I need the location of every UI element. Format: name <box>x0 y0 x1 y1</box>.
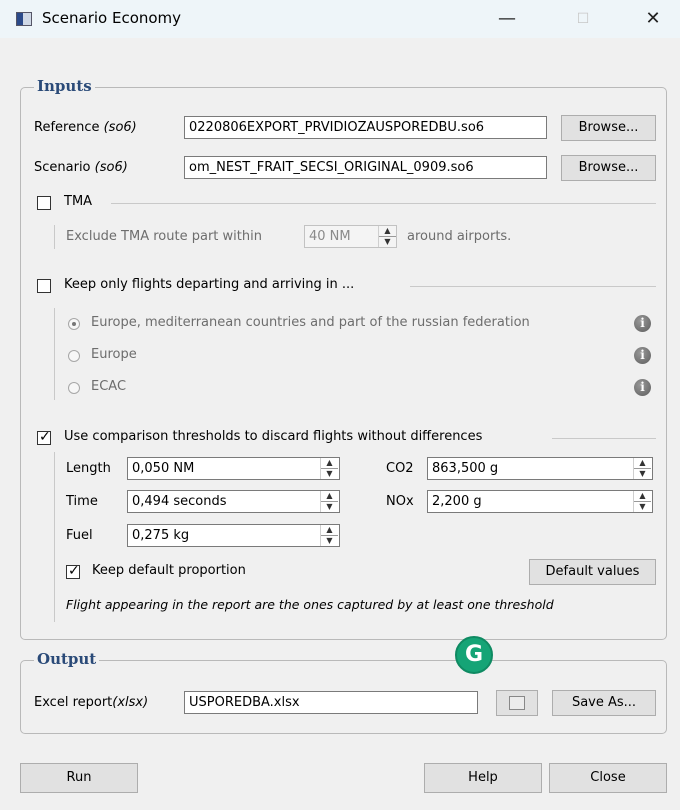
fuel-value: 0,275 kg <box>132 528 190 543</box>
spin-up-icon[interactable]: ▲ <box>634 491 651 501</box>
keep-default-proportion-checkbox[interactable]: ✓ <box>66 563 80 579</box>
region-option-europe: Europe <box>91 347 137 362</box>
fuel-field[interactable]: 0,275 kg <box>127 524 340 547</box>
excel-report-label-text: Excel report <box>34 695 113 710</box>
output-group-title: Output <box>34 650 100 668</box>
reference-browse-button[interactable]: Browse... <box>561 115 656 141</box>
region-radio-ecac <box>68 382 80 394</box>
tma-indent-line <box>54 225 55 249</box>
spin-down-icon[interactable]: ▼ <box>321 468 338 478</box>
help-button[interactable]: Help <box>424 763 542 793</box>
time-label: Time <box>66 494 98 509</box>
info-icon[interactable]: i <box>634 379 651 396</box>
reference-file-field[interactable]: 0220806EXPORT_PRVIDIOZAUSPOREDBU.so6 <box>184 116 547 139</box>
minimize-button[interactable]: — <box>484 4 530 34</box>
keep-flights-separator <box>410 286 656 287</box>
close-button[interactable]: Close <box>549 763 667 793</box>
length-value: 0,050 NM <box>132 461 195 476</box>
keep-flights-label: Keep only flights departing and arriving… <box>64 277 355 292</box>
tma-checkbox[interactable] <box>37 196 51 210</box>
save-as-button[interactable]: Save As... <box>552 690 656 716</box>
scenario-browse-button[interactable]: Browse... <box>561 155 656 181</box>
spin-down-icon: ▼ <box>379 236 396 246</box>
thresholds-indent-line <box>54 452 55 622</box>
region-radio-europe <box>68 350 80 362</box>
tma-exclude-prefix: Exclude TMA route part within <box>66 229 262 244</box>
tma-separator <box>111 203 656 204</box>
fuel-spinner[interactable]: ▲ ▼ <box>320 525 338 546</box>
spin-down-icon[interactable]: ▼ <box>634 501 651 511</box>
co2-label: CO2 <box>386 461 414 476</box>
time-field[interactable]: 0,494 seconds <box>127 490 340 513</box>
thresholds-separator <box>552 438 656 439</box>
fuel-label: Fuel <box>66 528 93 543</box>
excel-format-suffix: (xlsx) <box>112 695 149 710</box>
info-icon[interactable]: i <box>634 347 651 364</box>
time-value: 0,494 seconds <box>132 494 227 509</box>
keep-flights-indent-line <box>54 308 55 400</box>
thresholds-label: Use comparison thresholds to discard fli… <box>64 429 483 444</box>
scenario-label: Scenario (so6) <box>34 160 128 175</box>
spin-up-icon[interactable]: ▲ <box>321 458 338 468</box>
checkmark-icon: ✓ <box>68 563 80 579</box>
open-excel-button[interactable] <box>496 690 538 716</box>
nox-value: 2,200 g <box>432 494 482 509</box>
nox-spinner[interactable]: ▲ ▼ <box>633 491 651 512</box>
tma-exclude-suffix: around airports. <box>407 229 512 244</box>
window-app-icon <box>16 12 32 26</box>
spin-up-icon[interactable]: ▲ <box>634 458 651 468</box>
title-bar: Scenario Economy — ☐ ✕ <box>0 0 680 38</box>
reference-label-text: Reference <box>34 120 100 135</box>
threshold-note: Flight appearing in the report are the o… <box>66 597 554 612</box>
reference-label: Reference (so6) <box>34 120 137 135</box>
spin-up-icon[interactable]: ▲ <box>321 525 338 535</box>
spin-up-icon: ▲ <box>384 226 391 235</box>
scenario-format-suffix: (so6) <box>94 160 128 175</box>
spin-down-icon[interactable]: ▼ <box>634 468 651 478</box>
spin-down-icon[interactable]: ▼ <box>321 535 338 545</box>
tma-distance-value: 40 NM <box>309 229 351 244</box>
excel-report-label: Excel report(xlsx) <box>34 695 148 710</box>
spin-up-icon[interactable]: ▲ <box>321 491 338 501</box>
nox-field[interactable]: 2,200 g <box>427 490 653 513</box>
scenario-label-text: Scenario <box>34 160 91 175</box>
spin-down-icon[interactable]: ▼ <box>321 501 338 511</box>
time-spinner[interactable]: ▲ ▼ <box>320 491 338 512</box>
maximize-button: ☐ <box>576 11 590 27</box>
co2-spinner[interactable]: ▲ ▼ <box>633 458 651 479</box>
grammarly-icon[interactable]: G <box>455 636 493 674</box>
region-radio-europe-mediterranean <box>68 318 80 330</box>
default-values-button[interactable]: Default values <box>529 559 656 585</box>
nox-label: NOx <box>386 494 414 509</box>
inputs-group-title: Inputs <box>34 77 95 95</box>
run-button[interactable]: Run <box>20 763 138 793</box>
region-option-europe-mediterranean: Europe, mediterranean countries and part… <box>91 315 530 330</box>
window-title: Scenario Economy <box>42 9 182 27</box>
thresholds-checkbox[interactable]: ✓ <box>37 429 51 445</box>
info-icon[interactable]: i <box>634 315 651 332</box>
reference-format-suffix: (so6) <box>103 120 137 135</box>
length-spinner[interactable]: ▲ ▼ <box>320 458 338 479</box>
co2-field[interactable]: 863,500 g <box>427 457 653 480</box>
co2-value: 863,500 g <box>432 461 499 476</box>
excel-file-icon <box>509 696 525 710</box>
tma-distance-spinner: ▲ ▼ <box>378 226 396 247</box>
close-window-button[interactable]: ✕ <box>630 4 676 34</box>
region-option-ecac: ECAC <box>91 379 127 394</box>
length-label: Length <box>66 461 111 476</box>
length-field[interactable]: 0,050 NM <box>127 457 340 480</box>
tma-checkbox-label: TMA <box>64 194 93 209</box>
checkmark-icon: ✓ <box>39 429 51 445</box>
keep-default-proportion-label: Keep default proportion <box>92 563 246 578</box>
keep-flights-checkbox[interactable] <box>37 279 51 293</box>
excel-report-field[interactable]: USPOREDBA.xlsx <box>184 691 478 714</box>
scenario-file-field[interactable]: om_NEST_FRAIT_SECSI_ORIGINAL_0909.so6 <box>184 156 547 179</box>
